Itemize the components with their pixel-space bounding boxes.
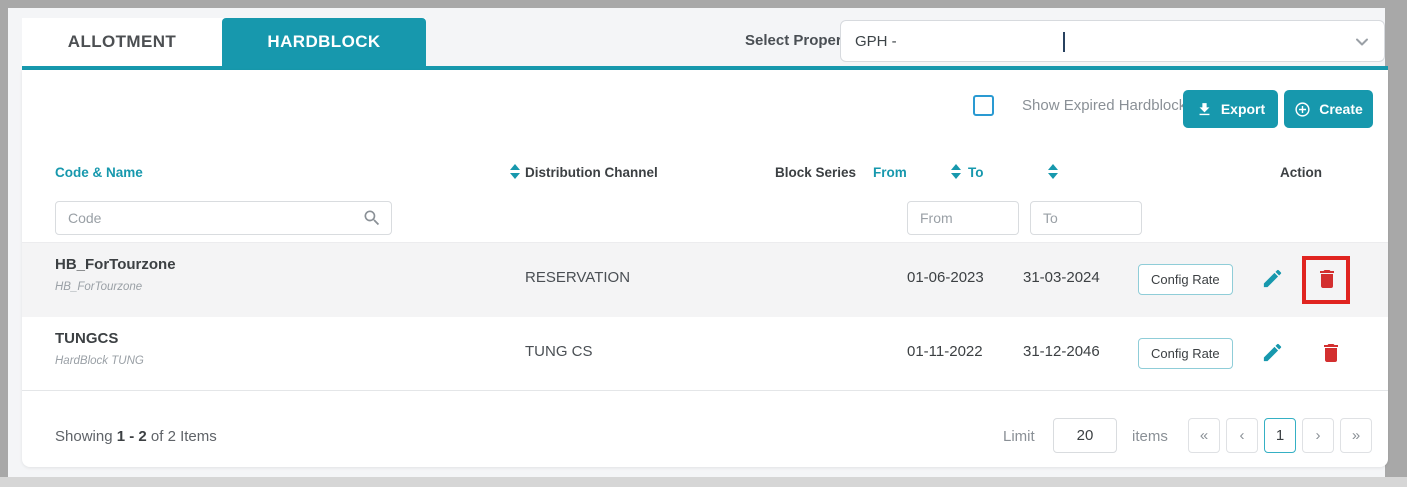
search-icon[interactable] (362, 208, 382, 228)
to-filter-input[interactable] (1030, 201, 1142, 235)
limit-label: Limit (1003, 428, 1035, 445)
page-background: ALLOTMENT HARDBLOCK Select Property GPH … (8, 8, 1388, 477)
row-name: HardBlock TUNG (55, 355, 144, 367)
row-from-date: 01-11-2022 (907, 343, 983, 360)
text-cursor (1063, 32, 1065, 52)
row-to-date: 31-03-2024 (1023, 269, 1100, 286)
row-distribution-channel: TUNG CS (525, 343, 593, 360)
table-row: HB_ForTourzone HB_ForTourzone RESERVATIO… (22, 243, 1388, 317)
table-footer: Showing 1 - 2 of 2 Items Limit items « ‹… (22, 410, 1388, 467)
showing-prefix: Showing (55, 428, 113, 445)
showing-suffix: of 2 Items (150, 428, 217, 445)
property-select[interactable]: GPH - (840, 20, 1385, 62)
tab-strip: ALLOTMENT HARDBLOCK (22, 18, 426, 66)
delete-button[interactable] (1318, 341, 1343, 366)
pagination-next-button[interactable]: › (1302, 418, 1334, 453)
edit-button[interactable] (1260, 267, 1285, 292)
delete-button[interactable] (1314, 267, 1339, 292)
tab-allotment-label: ALLOTMENT (67, 32, 177, 51)
showing-range: 1 - 2 (116, 428, 147, 445)
sort-icon-code-name[interactable] (510, 164, 520, 179)
row-code: HB_ForTourzone (55, 256, 176, 273)
row-name: HB_ForTourzone (55, 281, 143, 293)
col-header-from[interactable]: From (873, 165, 907, 180)
tab-allotment[interactable]: ALLOTMENT (22, 18, 222, 66)
tab-hardblock[interactable]: HARDBLOCK (222, 18, 426, 66)
row-distribution-channel: RESERVATION (525, 269, 631, 286)
pagination-page-1-button[interactable]: 1 (1264, 418, 1296, 453)
export-button[interactable]: Export (1183, 90, 1278, 128)
bottom-frame-strip (0, 477, 1407, 487)
col-header-block-series: Block Series (775, 165, 857, 180)
hardblock-panel: Show Expired Hardblock Export Create Cod… (22, 70, 1388, 467)
create-button[interactable]: Create (1284, 90, 1373, 128)
trash-icon (1319, 270, 1334, 288)
pagination-prev-button[interactable]: ‹ (1226, 418, 1258, 453)
download-icon (1199, 102, 1210, 115)
sort-icon-from[interactable] (951, 164, 961, 179)
limit-input[interactable] (1053, 418, 1117, 453)
row-from-date: 01-06-2023 (907, 269, 984, 286)
pagination-first-button[interactable]: « (1188, 418, 1220, 453)
edit-button[interactable] (1260, 341, 1285, 366)
items-label: items (1132, 428, 1168, 445)
sort-icon-to[interactable] (1048, 164, 1058, 179)
from-filter-input[interactable] (907, 201, 1019, 235)
pencil-icon (1263, 269, 1282, 288)
table-header-row: Code & Name Distribution Channel Block S… (22, 155, 1388, 197)
show-expired-checkbox[interactable] (973, 95, 994, 116)
col-header-distribution-channel: Distribution Channel (525, 165, 658, 180)
tab-hardblock-label: HARDBLOCK (267, 32, 381, 51)
create-button-label: Create (1319, 101, 1363, 117)
col-header-code-name[interactable]: Code & Name (55, 165, 143, 180)
config-rate-button[interactable]: Config Rate (1138, 338, 1233, 369)
row-to-date: 31-12-2046 (1023, 343, 1100, 360)
pagination-last-button[interactable]: » (1340, 418, 1372, 453)
trash-icon (1323, 344, 1338, 362)
export-button-label: Export (1220, 101, 1266, 117)
table-row: TUNGCS HardBlock TUNG TUNG CS 01-11-2022… (22, 317, 1388, 391)
showing-summary: Showing 1 - 2 of 2 Items (55, 428, 217, 445)
config-rate-button[interactable]: Config Rate (1138, 264, 1233, 295)
show-expired-label: Show Expired Hardblock (1022, 97, 1187, 114)
code-filter-input[interactable] (55, 201, 392, 235)
col-header-action: Action (1280, 165, 1322, 180)
row-code: TUNGCS (55, 330, 119, 347)
plus-circle-icon (1295, 101, 1310, 117)
table-filter-row (22, 197, 1388, 243)
select-property-label: Select Property (745, 32, 856, 49)
col-header-to[interactable]: To (968, 165, 984, 180)
pencil-icon (1263, 343, 1282, 362)
chevron-down-icon (1356, 38, 1368, 46)
property-select-value: GPH - (855, 32, 897, 50)
